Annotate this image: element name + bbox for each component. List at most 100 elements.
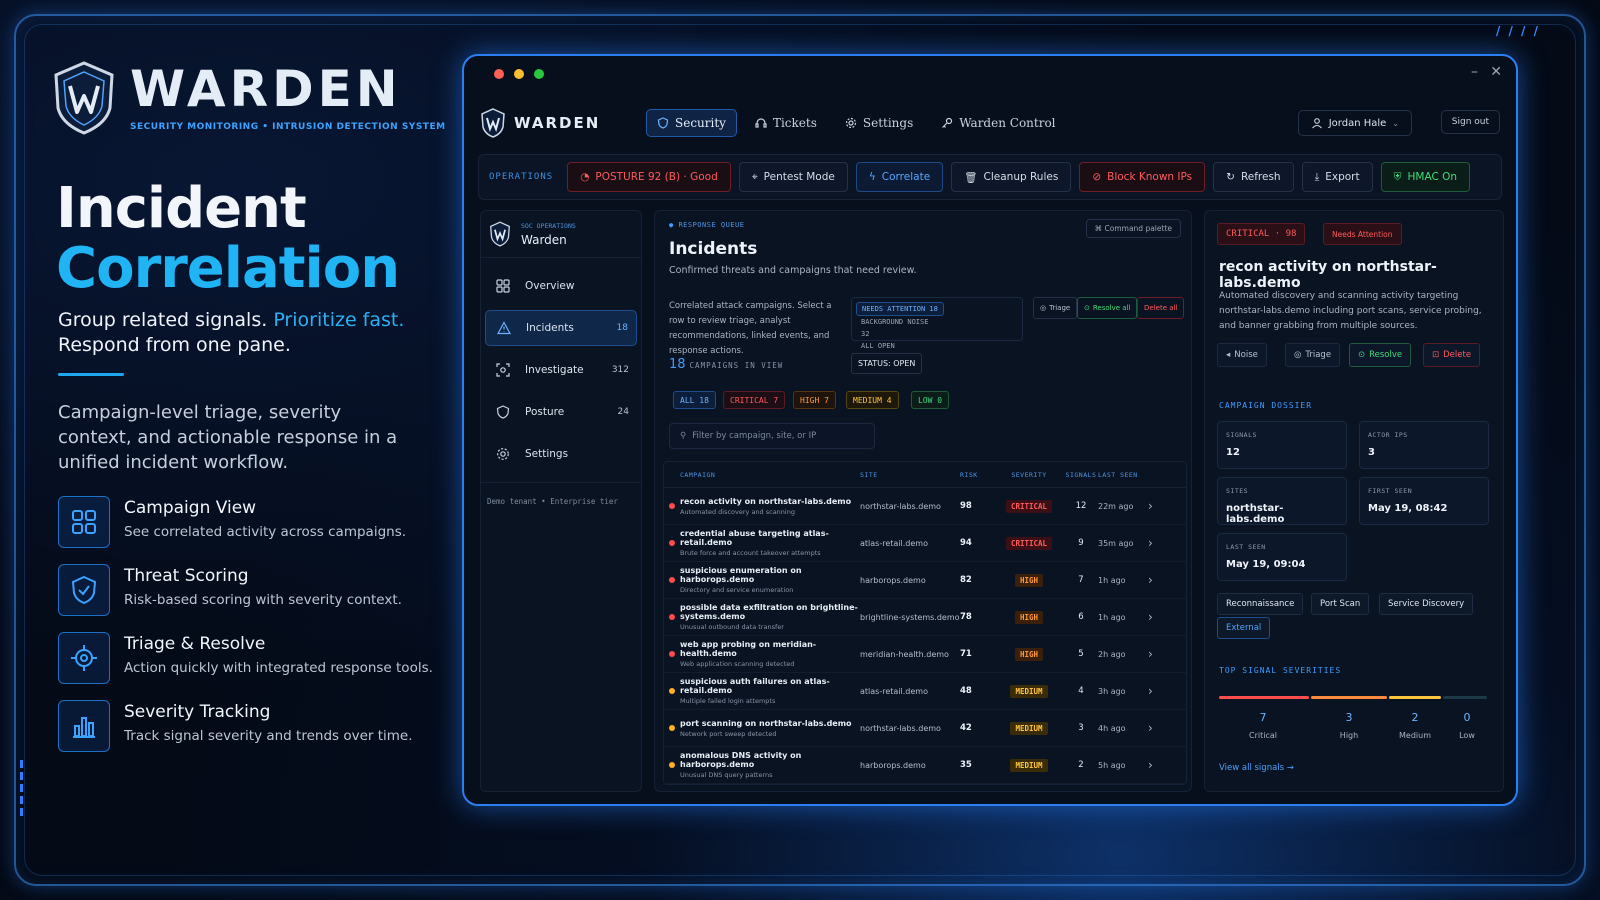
- tag-external[interactable]: External: [1217, 617, 1271, 639]
- chevron-right-icon[interactable]: ›: [1148, 610, 1168, 624]
- site-cell: northstar-labs.demo: [860, 723, 941, 733]
- chevron-right-icon[interactable]: ›: [1148, 499, 1168, 513]
- refresh-button[interactable]: ↻ Refresh: [1213, 162, 1294, 192]
- chevron-right-icon[interactable]: ›: [1148, 721, 1168, 735]
- status-filter[interactable]: STATUS: OPEN: [851, 353, 923, 374]
- block-known-ips-button[interactable]: ⊘ Block Known IPs: [1079, 162, 1206, 192]
- campaign-subtitle: Web application scanning detected: [680, 660, 795, 668]
- app-logo[interactable]: WARDEN: [480, 108, 646, 138]
- tab-security[interactable]: Security: [646, 109, 737, 137]
- refresh-icon: ↻: [1226, 171, 1235, 183]
- noise-button[interactable]: ◂ Noise: [1217, 343, 1267, 367]
- sidebar-item-overview[interactable]: Overview: [485, 268, 637, 304]
- tab-warden-control[interactable]: Warden Control: [931, 110, 1065, 136]
- severity-filter-all[interactable]: ALL 18: [673, 391, 716, 409]
- chevron-right-icon[interactable]: ›: [1148, 758, 1168, 772]
- command-palette-button[interactable]: ⌘ Command palette: [1085, 219, 1181, 238]
- last-seen-cell: 2h ago: [1098, 649, 1126, 659]
- chevron-right-icon[interactable]: ›: [1148, 647, 1168, 661]
- hero-description: Campaign-level triage, severity context,…: [58, 402, 398, 473]
- tag-port-scan[interactable]: Port Scan: [1311, 593, 1370, 615]
- top-severities-heading: TOP SIGNAL SEVERITIES: [1219, 666, 1342, 675]
- col-severity[interactable]: SEVERITY: [994, 471, 1064, 479]
- tab-settings[interactable]: Settings: [835, 110, 923, 136]
- key-icon: [942, 117, 953, 128]
- top-nav: WARDEN Security Tickets Settings Warden …: [480, 104, 1500, 142]
- tab-tickets[interactable]: Tickets: [745, 110, 827, 136]
- table-row[interactable]: port scanning on northstar-labs.demo Netw…: [664, 710, 1186, 747]
- resolve-button[interactable]: ⊙ Resolve: [1349, 343, 1412, 367]
- table-row[interactable]: credential abuse targeting atlas-retail.…: [664, 525, 1186, 562]
- pentest-mode-button[interactable]: ⌖ Pentest Mode: [738, 162, 848, 192]
- delete-all-button[interactable]: Delete all: [1137, 297, 1185, 319]
- feature-severity-tracking: Severity Tracking Track signal severity a…: [58, 700, 413, 752]
- table-row[interactable]: web app probing on meridian-health.demo W…: [664, 636, 1186, 673]
- feature-title: Triage & Resolve: [124, 634, 266, 654]
- campaign-title: web app probing on meridian-health.demo: [680, 640, 817, 658]
- sidebar-item-label: Investigate: [525, 364, 584, 376]
- tagline-accent: Prioritize fast.: [273, 309, 405, 331]
- view-all-signals-link[interactable]: View all signals →: [1219, 763, 1294, 773]
- triage-button[interactable]: ◎ Triage: [1285, 343, 1341, 367]
- severity-filter-low[interactable]: LOW 0: [911, 391, 950, 409]
- hmac-toggle[interactable]: ⛨ HMAC On: [1380, 162, 1471, 192]
- filter-background-noise[interactable]: BACKGROUND NOISE: [856, 316, 933, 328]
- risk-cell: 98: [960, 501, 972, 511]
- tag-reconnaissance[interactable]: Reconnaissance: [1217, 593, 1304, 615]
- campaign-cell: recon activity on northstar-labs.demo Aut…: [680, 497, 860, 516]
- search-input[interactable]: ⚲ Filter by campaign, site, or IP: [669, 423, 875, 449]
- col-risk[interactable]: RISK: [960, 471, 994, 479]
- sidebar-item-incidents[interactable]: Incidents 18: [485, 310, 637, 346]
- triage-button[interactable]: ◎ Triage: [1033, 297, 1078, 319]
- table-row[interactable]: recon activity on northstar-labs.demo Aut…: [664, 488, 1186, 525]
- triage-icon: ◎: [1294, 350, 1302, 360]
- filter-noise-count: 32: [861, 330, 870, 338]
- table-row[interactable]: possible data exfiltration on brightline…: [664, 599, 1186, 636]
- user-menu[interactable]: Jordan Hale ⌄: [1297, 110, 1412, 136]
- correlate-button[interactable]: ϟ Correlate: [855, 162, 944, 192]
- sidebar-item-investigate[interactable]: Investigate 312: [485, 352, 637, 388]
- posture-label: POSTURE 92 (B) · Good: [595, 171, 718, 183]
- posture-button[interactable]: ◔ POSTURE 92 (B) · Good: [567, 162, 731, 192]
- chevron-right-icon[interactable]: ›: [1148, 684, 1168, 698]
- minimize-dot[interactable]: [514, 69, 524, 79]
- export-button[interactable]: ⤓ Export: [1301, 162, 1373, 192]
- feature-title: Severity Tracking: [124, 702, 271, 722]
- table-row[interactable]: suspicious auth failures on atlas-retail…: [664, 673, 1186, 710]
- chevron-right-icon[interactable]: ›: [1148, 573, 1168, 587]
- col-signals[interactable]: SIGNALS: [1064, 471, 1098, 479]
- col-site[interactable]: SITE: [860, 471, 960, 479]
- filter-all-open[interactable]: ALL OPEN: [856, 340, 900, 352]
- chevron-right-icon[interactable]: ›: [1148, 536, 1168, 550]
- minimize-icon[interactable]: –: [1471, 64, 1478, 80]
- sidebar-item-posture[interactable]: Posture 24: [485, 394, 637, 430]
- campaign-cell: port scanning on northstar-labs.demo Netw…: [680, 719, 860, 738]
- scan-icon: ⌖: [751, 170, 758, 183]
- close-dot[interactable]: [494, 69, 504, 79]
- zoom-dot[interactable]: [534, 69, 544, 79]
- brand-logo: WARDEN SECURITY MONITORING • INTRUSION D…: [52, 60, 446, 136]
- col-last-seen[interactable]: LAST SEEN: [1098, 471, 1148, 479]
- card-label: SITES: [1226, 487, 1249, 495]
- severity-filter-high[interactable]: HIGH 7: [793, 391, 836, 409]
- severity-filter-critical[interactable]: CRITICAL 7: [723, 391, 786, 409]
- col-campaign[interactable]: CAMPAIGN: [680, 471, 860, 479]
- severity-filter-medium[interactable]: MEDIUM 4: [846, 391, 899, 409]
- close-icon[interactable]: ✕: [1490, 64, 1502, 80]
- brand-subtitle: SECURITY MONITORING • INTRUSION DETECTIO…: [130, 122, 446, 132]
- campaigns-label: CAMPAIGNS IN VIEW: [689, 361, 784, 370]
- table-row[interactable]: anomalous DNS activity on harborops.demo…: [664, 747, 1186, 784]
- delete-button[interactable]: ⊡ Delete: [1423, 343, 1481, 367]
- cleanup-rules-button[interactable]: 🗑 Cleanup Rules: [951, 162, 1072, 192]
- site-cell: meridian-health.demo: [860, 649, 949, 659]
- card-actor-ips: ACTOR IPS 3: [1359, 421, 1489, 469]
- signout-button[interactable]: Sign out: [1440, 110, 1500, 134]
- sidebar-item-label: Posture: [525, 406, 565, 418]
- filter-needs-attention[interactable]: NEEDS ATTENTION 18: [856, 302, 944, 316]
- table-row[interactable]: suspicious enumeration on harborops.demo…: [664, 562, 1186, 599]
- needs-attention-badge: Needs Attention: [1323, 223, 1402, 245]
- feature-threat-scoring: Threat Scoring Risk-based scoring with se…: [58, 564, 402, 616]
- tag-service-discovery[interactable]: Service Discovery: [1379, 593, 1474, 615]
- sidebar-item-settings[interactable]: Settings: [485, 436, 637, 472]
- resolve-all-button[interactable]: ⊙ Resolve all: [1077, 297, 1138, 319]
